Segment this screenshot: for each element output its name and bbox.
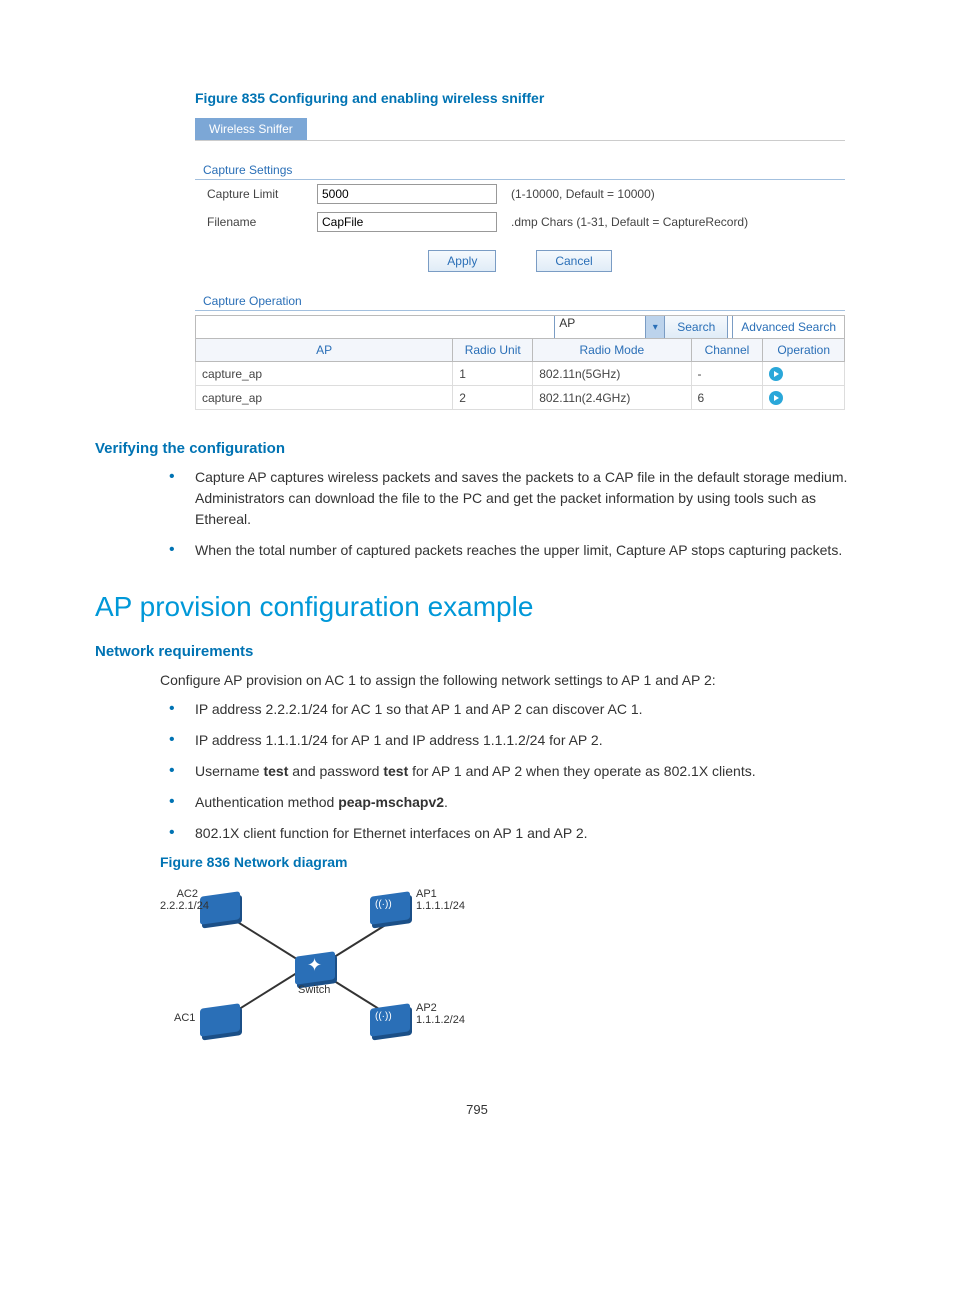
page-number: 795 [95, 1102, 859, 1117]
search-input[interactable] [196, 317, 554, 337]
tab-bar: Wireless Sniffer [195, 118, 845, 141]
netreq-list: IP address 2.2.2.1/24 for AC 1 so that A… [95, 699, 859, 844]
list-item: IP address 1.1.1.1/24 for AP 1 and IP ad… [195, 730, 859, 751]
cell-operation [763, 362, 845, 386]
col-operation[interactable]: Operation [763, 339, 845, 362]
network-diagram: AC22.2.2.1/24 AP11.1.1.1/24 Switch AC1 A… [160, 882, 460, 1042]
cancel-button[interactable]: Cancel [536, 250, 611, 272]
diagram-node-ap1 [370, 891, 410, 925]
network-requirements-heading: Network requirements [95, 643, 859, 660]
cell-radio-unit: 1 [453, 362, 533, 386]
play-icon[interactable] [769, 391, 783, 405]
search-bar: 🔍 AP ▾ Search Advanced Search [195, 315, 845, 338]
list-item: 802.1X client function for Ethernet inte… [195, 823, 859, 844]
apply-cancel-row: Apply Cancel [195, 250, 845, 272]
diagram-label-switch: Switch [298, 984, 330, 996]
table-row: capture_ap 1 802.11n(5GHz) - [196, 362, 845, 386]
cell-channel: - [691, 362, 763, 386]
cell-ap: capture_ap [196, 362, 453, 386]
filename-hint: .dmp Chars (1-31, Default = CaptureRecor… [511, 215, 748, 229]
verifying-list: Capture AP captures wireless packets and… [95, 467, 859, 561]
diagram-node-switch [295, 951, 335, 985]
capture-operation-label: Capture Operation [195, 294, 845, 311]
table-row: capture_ap 2 802.11n(2.4GHz) 6 [196, 386, 845, 410]
netreq-intro: Configure AP provision on AC 1 to assign… [95, 670, 859, 691]
diagram-label-ap1: AP11.1.1.1/24 [416, 888, 465, 912]
list-item: IP address 2.2.2.1/24 for AC 1 so that A… [195, 699, 859, 720]
col-ap[interactable]: AP [196, 339, 453, 362]
ap-table: AP Radio Unit Radio Mode Channel Operati… [195, 338, 845, 410]
capture-limit-row: Capture Limit (1-10000, Default = 10000) [195, 180, 845, 208]
cell-ap: capture_ap [196, 386, 453, 410]
apply-button[interactable]: Apply [428, 250, 496, 272]
ap-provision-heading: AP provision configuration example [95, 591, 859, 623]
cell-channel: 6 [691, 386, 763, 410]
table-header-row: AP Radio Unit Radio Mode Channel Operati… [196, 339, 845, 362]
play-icon[interactable] [769, 367, 783, 381]
advanced-search-link[interactable]: Advanced Search [732, 316, 844, 338]
col-channel[interactable]: Channel [691, 339, 763, 362]
filename-row: Filename .dmp Chars (1-31, Default = Cap… [195, 208, 845, 236]
cell-radio-mode: 802.11n(5GHz) [533, 362, 691, 386]
list-item: When the total number of captured packet… [195, 540, 859, 561]
verifying-heading: Verifying the configuration [95, 440, 859, 457]
cell-radio-mode: 802.11n(2.4GHz) [533, 386, 691, 410]
figure-835-caption: Figure 835 Configuring and enabling wire… [95, 90, 859, 106]
capture-settings-label: Capture Settings [195, 163, 845, 180]
filename-input[interactable] [317, 212, 497, 232]
filename-label: Filename [207, 215, 317, 229]
list-item: Username test and password test for AP 1… [195, 761, 859, 782]
chevron-down-icon[interactable]: ▾ [646, 316, 665, 338]
cell-operation [763, 386, 845, 410]
col-radio-mode[interactable]: Radio Mode [533, 339, 691, 362]
diagram-label-ap2: AP21.1.1.2/24 [416, 1002, 465, 1026]
diagram-label-ac1: AC1 [174, 1012, 195, 1024]
sniffer-screenshot: Wireless Sniffer Capture Settings Captur… [195, 118, 845, 410]
search-scope-select[interactable]: AP [554, 316, 646, 338]
cell-radio-unit: 2 [453, 386, 533, 410]
capture-limit-hint: (1-10000, Default = 10000) [511, 187, 655, 201]
capture-limit-label: Capture Limit [207, 187, 317, 201]
capture-limit-input[interactable] [317, 184, 497, 204]
diagram-label-ac2: AC22.2.2.1/24 [160, 888, 198, 912]
diagram-node-ap2 [370, 1003, 410, 1037]
diagram-node-ac1 [200, 1003, 240, 1037]
figure-836-caption: Figure 836 Network diagram [95, 854, 859, 870]
tab-wireless-sniffer[interactable]: Wireless Sniffer [195, 118, 307, 140]
search-button[interactable]: Search [665, 316, 728, 338]
col-radio-unit[interactable]: Radio Unit [453, 339, 533, 362]
list-item: Authentication method peap-mschapv2. [195, 792, 859, 813]
list-item: Capture AP captures wireless packets and… [195, 467, 859, 530]
